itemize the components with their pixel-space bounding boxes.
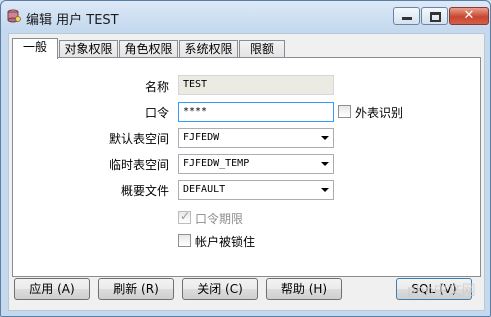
refresh-button[interactable]: 刷新 (R): [98, 278, 174, 300]
profile-label: 概要文件: [120, 184, 169, 198]
tab-system-privileges[interactable]: 系统权限: [179, 40, 238, 58]
chevron-down-icon: [321, 136, 329, 140]
default-tablespace-value: FJFEDW: [183, 132, 220, 143]
dialog-client-area: 一般 对象权限 角色权限 系统权限 限额 名称 TEST 口令 **** 外表识…: [8, 33, 485, 311]
account-locked-label: 帐户被锁住: [195, 235, 256, 249]
profile-select[interactable]: DEFAULT: [178, 180, 334, 200]
account-locked-checkbox[interactable]: [178, 234, 191, 247]
tab-general[interactable]: 一般: [12, 38, 58, 59]
window-title: 编辑 用户 TEST: [26, 13, 119, 28]
maximize-button[interactable]: [421, 7, 448, 25]
maximize-icon: [430, 12, 441, 22]
password-label: 口令: [144, 106, 169, 120]
external-auth-checkbox[interactable]: [338, 105, 351, 118]
help-button[interactable]: 帮助 (H): [266, 278, 342, 300]
general-tab-panel: 名称 TEST 口令 **** 外表识别 默认表空间 FJFEDW 临时表空间 …: [12, 57, 481, 277]
password-expire-label: 口令期限: [195, 212, 244, 226]
minimize-icon: [402, 17, 412, 20]
close-icon: ✕: [463, 8, 475, 23]
minimize-button[interactable]: [393, 7, 420, 25]
chevron-down-icon: [321, 188, 329, 192]
temp-tablespace-value: FJFEDW_TEMP: [183, 158, 250, 169]
external-auth-label: 外表识别: [355, 106, 404, 120]
default-tablespace-label: 默认表空间: [108, 132, 169, 146]
password-field[interactable]: ****: [178, 102, 334, 122]
title-bar[interactable]: 编辑 用户 TEST ✕: [1, 1, 490, 33]
edit-user-window: 编辑 用户 TEST ✕ 一般 对象权限 角色权限 系统权限 限额 名称 TES…: [0, 0, 491, 317]
password-expire-checkbox[interactable]: [178, 209, 191, 224]
watermark: php中文网: [407, 283, 476, 299]
close-button[interactable]: 关闭 (C): [182, 278, 258, 300]
apply-button[interactable]: 应用 (A): [14, 278, 90, 300]
temp-tablespace-select[interactable]: FJFEDW_TEMP: [178, 154, 334, 174]
tab-quotas[interactable]: 限额: [239, 40, 285, 58]
profile-value: DEFAULT: [183, 184, 226, 195]
tab-role-privileges[interactable]: 角色权限: [119, 40, 178, 58]
temp-tablespace-label: 临时表空间: [108, 158, 169, 172]
close-window-button[interactable]: ✕: [449, 7, 489, 25]
database-user-icon: [7, 9, 21, 23]
tab-object-privileges[interactable]: 对象权限: [59, 40, 118, 58]
name-label: 名称: [144, 80, 169, 94]
default-tablespace-select[interactable]: FJFEDW: [178, 128, 334, 148]
name-field: TEST: [178, 75, 334, 95]
chevron-down-icon: [321, 162, 329, 166]
